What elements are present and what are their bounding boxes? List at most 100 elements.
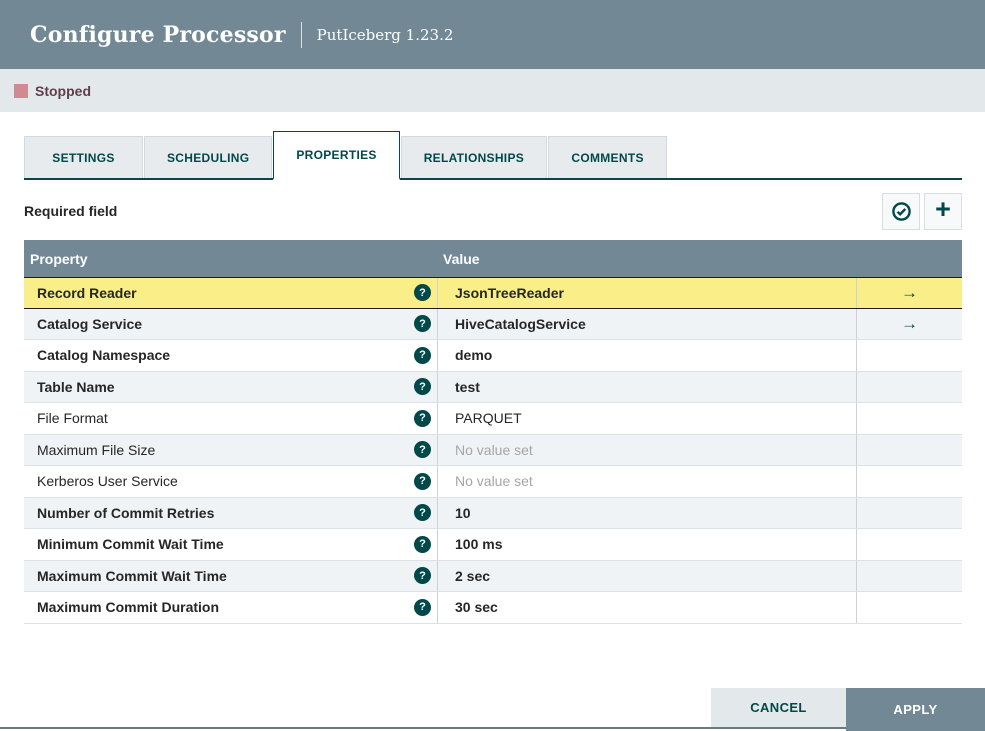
property-name: Table Name [37, 378, 115, 395]
row-actions-cell [856, 371, 962, 402]
property-value-cell[interactable]: JsonTreeReader [437, 278, 856, 308]
property-value: No value set [455, 441, 533, 458]
help-icon[interactable]: ? [414, 315, 431, 333]
tab-bar: SETTINGS SCHEDULING PROPERTIES RELATIONSHIP… [24, 131, 962, 180]
help-icon[interactable]: ? [414, 378, 431, 396]
row-actions-cell: → [856, 308, 962, 339]
help-icon[interactable]: ? [414, 535, 431, 553]
help-icon[interactable]: ? [414, 409, 431, 427]
property-name-cell: Catalog Service? [24, 309, 437, 340]
help-icon[interactable]: ? [414, 598, 431, 616]
property-name: Maximum File Size [37, 441, 156, 458]
help-icon[interactable]: ? [414, 346, 431, 364]
tab-relationships[interactable]: RELATIONSHIPS [400, 136, 548, 178]
property-value: 10 [455, 504, 471, 521]
property-value: JsonTreeReader [455, 284, 564, 301]
help-icon[interactable]: ? [414, 472, 431, 490]
property-value-cell[interactable]: test [437, 371, 856, 402]
configure-processor-dialog: Configure Processor PutIceberg 1.23.2 St… [0, 0, 985, 731]
dialog-header: Configure Processor PutIceberg 1.23.2 [0, 0, 985, 69]
goto-service-arrow-icon[interactable]: → [901, 315, 918, 332]
property-row: Table Name? test [24, 371, 962, 403]
property-value: No value set [455, 473, 533, 490]
properties-table: Property Value Record Reader? JsonTreeRea… [24, 240, 962, 624]
row-actions-cell [856, 340, 962, 371]
goto-service-arrow-icon[interactable]: → [901, 284, 918, 301]
property-name: Maximum Commit Wait Time [37, 567, 227, 584]
property-value-cell[interactable]: 30 sec [437, 592, 856, 623]
property-name-cell: Maximum File Size? [24, 435, 437, 466]
row-actions-cell [856, 497, 962, 528]
properties-table-header: Property Value [24, 240, 962, 277]
property-row: Maximum File Size? No value set [24, 434, 962, 466]
plus-icon: + [935, 194, 951, 224]
properties-toolbar-buttons: + [882, 192, 962, 230]
help-icon[interactable]: ? [414, 567, 431, 585]
row-actions-cell [856, 529, 962, 560]
property-name: Number of Commit Retries [37, 504, 215, 521]
required-field-label: Required field [24, 203, 118, 219]
property-value-cell[interactable]: HiveCatalogService [437, 308, 856, 339]
property-value: demo [455, 347, 493, 364]
property-name-cell: File Format? [24, 403, 437, 434]
property-value-cell[interactable]: demo [437, 340, 856, 371]
property-row: Maximum Commit Wait Time? 2 sec [24, 560, 962, 592]
property-row: Number of Commit Retries? 10 [24, 497, 962, 529]
dialog-bottom-border [0, 727, 985, 729]
cancel-button[interactable]: CANCEL [711, 688, 846, 727]
property-name: File Format [37, 410, 108, 427]
title-separator [300, 21, 302, 48]
property-name-cell: Record Reader? [24, 278, 437, 308]
dialog-title: Configure Processor [30, 21, 286, 48]
property-name-cell: Minimum Commit Wait Time? [24, 529, 437, 560]
properties-table-body: Record Reader? JsonTreeReader → Catalog Ser… [24, 277, 962, 624]
apply-button[interactable]: APPLY [846, 688, 985, 731]
property-value-cell[interactable]: 10 [437, 497, 856, 528]
tab-scheduling[interactable]: SCHEDULING [144, 136, 273, 178]
tab-properties[interactable]: PROPERTIES [273, 131, 400, 180]
property-name-cell: Kerberos User Service? [24, 466, 437, 497]
property-name-cell: Number of Commit Retries? [24, 498, 437, 529]
tab-comments[interactable]: COMMENTS [548, 136, 668, 178]
row-actions-cell: → [856, 278, 962, 308]
verify-properties-button[interactable] [882, 192, 920, 230]
property-value: HiveCatalogService [455, 315, 586, 332]
dialog-content: SETTINGS SCHEDULING PROPERTIES RELATIONSHIP… [0, 131, 985, 624]
processor-status-bar: Stopped [0, 69, 985, 112]
property-value-cell[interactable]: PARQUET [437, 403, 856, 434]
row-actions-cell [856, 434, 962, 465]
help-icon[interactable]: ? [414, 504, 431, 522]
column-header-property: Property [30, 250, 88, 267]
property-value-cell[interactable]: 100 ms [437, 529, 856, 560]
help-icon[interactable]: ? [414, 284, 431, 302]
property-row: Maximum Commit Duration? 30 sec [24, 592, 962, 624]
row-actions-cell [856, 560, 962, 591]
property-value-cell[interactable]: 2 sec [437, 560, 856, 591]
row-actions-cell [856, 592, 962, 623]
property-name-cell: Maximum Commit Wait Time? [24, 561, 437, 592]
property-value-cell[interactable]: No value set [437, 434, 856, 465]
property-name: Catalog Service [37, 315, 143, 332]
property-row: Catalog Namespace? demo [24, 340, 962, 372]
add-property-button[interactable]: + [924, 192, 962, 230]
property-name: Catalog Namespace [37, 347, 171, 364]
property-row: Minimum Commit Wait Time? 100 ms [24, 529, 962, 561]
property-name: Maximum Commit Duration [37, 599, 220, 616]
row-actions-cell [856, 466, 962, 497]
properties-toolbar: Required field + [24, 192, 962, 230]
column-header-value: Value [443, 250, 480, 267]
help-icon[interactable]: ? [414, 441, 431, 459]
check-circle-icon [891, 201, 912, 222]
property-name-cell: Maximum Commit Duration? [24, 592, 437, 623]
property-name-cell: Catalog Namespace? [24, 340, 437, 371]
property-value-cell[interactable]: No value set [437, 466, 856, 497]
property-row: Kerberos User Service? No value set [24, 466, 962, 498]
status-label: Stopped [35, 82, 91, 99]
stopped-status-icon [14, 83, 28, 98]
property-value: 30 sec [455, 599, 498, 616]
tab-settings[interactable]: SETTINGS [24, 136, 143, 178]
property-row: Record Reader? JsonTreeReader → [24, 277, 962, 309]
property-name: Record Reader [37, 284, 137, 301]
property-value: 2 sec [455, 567, 491, 584]
property-name: Kerberos User Service [37, 473, 178, 490]
